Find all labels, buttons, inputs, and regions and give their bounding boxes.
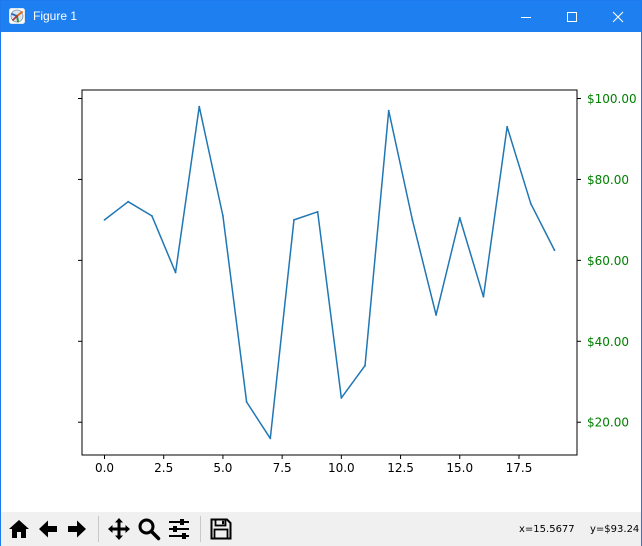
data-point [506, 125, 509, 128]
configure-subplots-button[interactable] [165, 515, 193, 543]
right-y-tick-label: $20.00 [587, 416, 629, 430]
sliders-icon [169, 519, 189, 539]
data-point [127, 200, 130, 203]
maximize-icon [567, 11, 577, 22]
pan-button[interactable] [105, 515, 133, 543]
matplotlib-figure-icon[interactable] [9, 8, 25, 24]
data-point [293, 218, 295, 221]
window-title: Figure 1 [33, 9, 78, 23]
close-icon [612, 11, 624, 22]
magnifier-icon [138, 518, 161, 541]
forward-button[interactable] [63, 515, 91, 543]
close-button[interactable] [595, 1, 641, 32]
data-point [553, 249, 556, 252]
right-y-tick-label: $40.00 [587, 335, 629, 349]
data-point [316, 210, 319, 213]
home-icon [9, 520, 29, 538]
x-tick-label: 10.0 [328, 461, 355, 475]
data-point [340, 397, 343, 399]
move-icon [108, 518, 130, 540]
x-tick-label: 2.5 [154, 461, 173, 475]
data-point [458, 216, 461, 219]
x-tick-label: 15.0 [446, 461, 473, 475]
minimize-icon [521, 16, 531, 18]
navigation-toolbar: x=15.5677 y=$93.24 [1, 512, 641, 546]
data-point [103, 218, 106, 221]
x-tick-label: 17.5 [506, 461, 533, 475]
x-tick-label: 0.0 [95, 461, 114, 475]
data-point [245, 401, 248, 403]
x-tick-label: 7.5 [273, 461, 292, 475]
cursor-y-readout: y=$93.24 [590, 524, 640, 535]
data-point [482, 295, 485, 298]
data-point [174, 271, 177, 274]
zoom-button[interactable] [135, 515, 163, 543]
data-point [411, 218, 414, 221]
data-point [435, 314, 437, 316]
data-point [364, 364, 366, 367]
cursor-x-readout: x=15.5677 [519, 524, 575, 535]
data-point [150, 214, 153, 217]
plot-area-frame [81, 89, 578, 456]
x-tick-label: 5.0 [213, 461, 232, 475]
figure-window: Figure 1 0.0 2.5 5.0 7.5 10.0 12.5 15.0 17.5 $20… [0, 0, 642, 546]
x-tick-label: 12.5 [387, 461, 414, 475]
data-point [387, 109, 390, 112]
line-chart: 0.0 2.5 5.0 7.5 10.0 12.5 15.0 17.5 $20.00 $40.00… [78, 89, 637, 475]
maximize-button[interactable] [549, 1, 595, 32]
data-point [529, 202, 532, 205]
toolbar-separator [98, 516, 99, 542]
title-bar[interactable]: Figure 1 [1, 1, 641, 32]
back-button[interactable] [34, 515, 62, 543]
toolbar-separator [200, 516, 201, 542]
right-y-tick-label: $60.00 [587, 254, 629, 268]
data-point [269, 437, 272, 440]
floppy-disk-icon [210, 518, 232, 540]
minimize-button[interactable] [503, 1, 549, 32]
arrow-right-icon [68, 520, 86, 538]
save-button[interactable] [207, 515, 235, 543]
data-point [222, 214, 224, 217]
home-button[interactable] [5, 515, 33, 543]
figure-canvas[interactable]: 0.0 2.5 5.0 7.5 10.0 12.5 15.0 17.5 $20.00 $40.00… [1, 32, 641, 512]
arrow-left-icon [39, 520, 57, 538]
right-y-tick-label: $80.00 [587, 173, 629, 187]
data-point [198, 105, 201, 108]
right-y-tick-label: $100.00 [587, 92, 637, 106]
